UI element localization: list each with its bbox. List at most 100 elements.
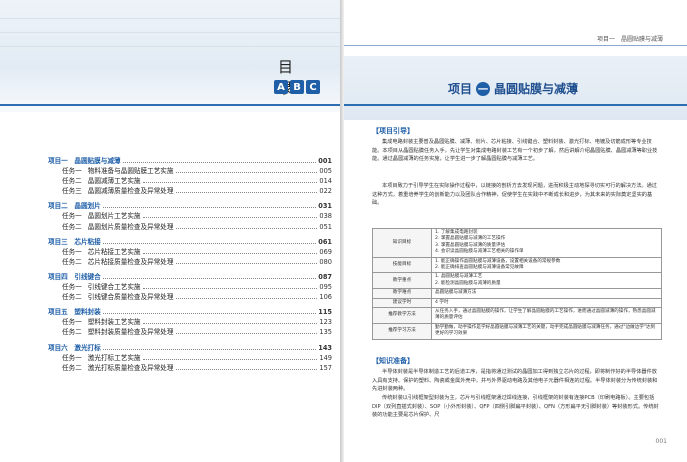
toc-page-number: 115 bbox=[318, 308, 332, 317]
toc-leader-dots bbox=[142, 287, 318, 290]
toc-page-number: 080 bbox=[319, 257, 332, 266]
toc-task-entry[interactable]: 任务一 物料准备与晶圆贴膜工艺实施 005 bbox=[48, 166, 332, 176]
toc-page-number: 038 bbox=[319, 212, 332, 221]
page-number: 001 bbox=[655, 438, 667, 445]
table-row: 推荐教学方法 从任务入手，通过晶圆贴膜的操作，让学生了解晶圆贴膜的工艺操作，进而通… bbox=[372, 307, 662, 324]
row-content: 晶圆贴膜与减薄方法 bbox=[431, 288, 662, 299]
toc-page-number: 061 bbox=[318, 237, 332, 246]
toc-leader-dots bbox=[142, 322, 318, 325]
toc-entry-label: 塑料封装工艺实施 bbox=[87, 318, 141, 327]
row-header: 知识目标 bbox=[372, 228, 432, 258]
toc-leader-dots bbox=[142, 216, 318, 219]
toc-leader-dots bbox=[102, 206, 317, 209]
toc-task-number: 任务三 bbox=[62, 187, 82, 196]
paragraph-4: 传统封装以引线框架型封装为主，芯片与引线框架通过焊线连接，引线框架的封装有连接P… bbox=[372, 395, 659, 419]
row-content: 4 学时 bbox=[431, 297, 662, 309]
badge-a: A bbox=[274, 80, 288, 94]
toc-project-entry[interactable]: 项目二 晶圆划片 031 bbox=[48, 201, 332, 211]
toc-task-entry[interactable]: 任务三 晶圆减薄质量检查及异常处理 022 bbox=[48, 186, 332, 196]
toc-task-entry[interactable]: 任务二 塑料封装质量检查及异常处理 135 bbox=[48, 327, 332, 337]
toc-page-number: 014 bbox=[319, 177, 332, 186]
toc-entry-label: 塑料封装质量检查及异常处理 bbox=[87, 328, 174, 337]
toc-task-entry[interactable]: 任务二 激光打标质量检查及异常处理 157 bbox=[48, 363, 332, 373]
toc-leader-dots bbox=[102, 312, 317, 315]
banner-rule bbox=[344, 104, 687, 106]
toc-entry-label: 项目一 晶圆贴膜与减薄 bbox=[48, 157, 121, 165]
toc-page-number: 095 bbox=[319, 283, 332, 292]
toc-entry-label: 项目五 塑料封装 bbox=[48, 308, 101, 317]
paragraph-1: 集成电路封装主要普及晶圆贴膜、减薄、划片、芯片粘接、引线键合、塑料封装、激光打标… bbox=[372, 139, 658, 163]
section-heading-knowledge: 【知识准备】 bbox=[372, 357, 414, 365]
toc-task-entry[interactable]: 任务一 引线键合工艺实施 095 bbox=[48, 282, 332, 292]
toc-task-number: 任务一 bbox=[62, 167, 82, 176]
header-rule bbox=[344, 45, 687, 46]
toc-entry-label: 物料准备与晶圆贴膜工艺实施 bbox=[87, 167, 174, 176]
row-content: 从任务入手，通过晶圆贴膜的操作，让学生了解晶圆贴膜的工艺操作，进而通过晶圆减薄的… bbox=[431, 307, 662, 324]
toc-task-number: 任务一 bbox=[62, 212, 82, 221]
toc-leader-dots bbox=[175, 262, 318, 264]
toc-task-entry[interactable]: 任务二 芯片粘接质量检查及异常处理 080 bbox=[48, 257, 332, 267]
toc-page-number: 051 bbox=[319, 222, 332, 231]
row-header: 建议学时 bbox=[372, 297, 432, 309]
toc-task-number: 任务一 bbox=[62, 283, 82, 292]
row-content: 1. 了解集成电路封装 2. 掌握晶圆贴膜与减薄的工艺操作 3. 掌握晶圆贴膜与减薄… bbox=[431, 228, 662, 258]
toc-task-entry[interactable]: 任务二 晶圆划片质量检查及异常处理 051 bbox=[48, 222, 332, 232]
toc-task-number: 任务二 bbox=[62, 293, 82, 302]
toc-entry-label: 晶圆划片工艺实施 bbox=[87, 212, 141, 221]
row-content: 1. 能正确操作晶圆贴膜与减薄设备，设置相关设备的常规参数 2. 能正确排查晶圆贴… bbox=[431, 256, 662, 274]
toc-task-entry[interactable]: 任务二 晶圆减薄工艺实施 014 bbox=[48, 176, 332, 186]
toc-task-number: 任务一 bbox=[62, 318, 82, 327]
table-row: 教学难点 晶圆贴膜与减薄方法 bbox=[372, 288, 662, 299]
toc-task-number: 任务二 bbox=[62, 328, 82, 337]
toc-entry-label: 引线键合工艺实施 bbox=[87, 283, 141, 292]
row-content-line: 晶圆贴膜与减薄方法 bbox=[435, 290, 477, 296]
row-content: 勤学勤做，动手操作是学好晶圆贴膜与减薄工艺的关键，动手完成晶圆贴膜与减薄任务，通… bbox=[431, 322, 662, 340]
toc-project-entry[interactable]: 项目五 塑料封装 115 bbox=[48, 307, 332, 317]
toc-entry-label: 晶圆划片质量检查及异常处理 bbox=[87, 222, 174, 231]
toc-leader-dots bbox=[175, 297, 318, 300]
toc-leader-dots bbox=[175, 368, 318, 370]
toc-task-number: 任务一 bbox=[62, 353, 82, 362]
row-content-line: 勤学勤做，动手操作是学好晶圆贴膜与减薄工艺的关键，动手完成晶圆贴膜与减薄任务，通… bbox=[435, 324, 656, 337]
toc-page-number: 106 bbox=[319, 293, 332, 302]
toc-task-entry[interactable]: 任务一 激光打标工艺实施 149 bbox=[48, 353, 332, 363]
toc-entry-label: 芯片粘接质量检查及异常处理 bbox=[87, 257, 174, 266]
toc-entry-label: 项目四 引线键合 bbox=[48, 272, 101, 281]
toc-project-entry[interactable]: 项目三 芯片粘接 061 bbox=[48, 237, 332, 247]
toc-entry-label: 激光打标工艺实施 bbox=[87, 353, 141, 362]
toc-project-entry[interactable]: 项目四 引线键合 087 bbox=[48, 272, 332, 282]
section-heading-guide: 【项目引导】 bbox=[372, 127, 414, 135]
toc-task-number: 任务二 bbox=[62, 363, 82, 372]
row-header: 推荐学习方法 bbox=[372, 322, 432, 340]
toc-page-number: 001 bbox=[318, 157, 332, 165]
toc-page-number: 031 bbox=[318, 202, 332, 211]
table-row: 教学重点 1. 晶圆贴膜与减薄工艺 2. 能检测晶圆贴膜与减薄的质量 bbox=[372, 272, 662, 290]
content-page: 项目一 晶圆贴膜与减薄 项目 一 晶圆贴膜与减薄 【项目引导】 集成电路封装主要… bbox=[344, 0, 687, 462]
row-header: 教学难点 bbox=[372, 288, 432, 299]
toc-project-entry[interactable]: 项目六 激光打标 143 bbox=[48, 343, 332, 353]
row-content-line: 4. 会识读晶圆贴膜与减薄工艺相关的操作单 bbox=[435, 249, 524, 255]
toc-task-entry[interactable]: 任务二 引线键合质量检查及异常处理 106 bbox=[48, 292, 332, 302]
toc-task-number: 任务二 bbox=[62, 177, 82, 186]
toc-page-number: 157 bbox=[319, 363, 332, 372]
toc-page: 目 录 A B C 项目一 晶圆贴膜与减薄001任务一物料准备与晶圆贴膜工艺实施… bbox=[0, 0, 340, 462]
toc-task-entry[interactable]: 任务一 塑料封装工艺实施 123 bbox=[48, 317, 332, 327]
toc-entry-label: 激光打标质量检查及异常处理 bbox=[87, 363, 174, 372]
toc-task-number: 任务二 bbox=[62, 257, 82, 266]
toc-task-number: 任务二 bbox=[62, 222, 82, 231]
row-content-line: 4 学时 bbox=[435, 299, 449, 305]
toc-leader-dots bbox=[102, 277, 317, 279]
toc-task-number: 任务一 bbox=[62, 247, 82, 256]
toc-entry-label: 项目三 芯片粘接 bbox=[48, 237, 101, 246]
toc-project-entry[interactable]: 项目一 晶圆贴膜与减薄 001 bbox=[48, 156, 332, 166]
row-content-line: 2. 能正确排查晶圆贴膜与减薄设备常见故障 bbox=[435, 265, 524, 271]
toc-entry-label: 引线键合质量检查及异常处理 bbox=[87, 293, 174, 302]
toc-entry-label: 项目二 晶圆划片 bbox=[48, 202, 101, 211]
toc-entry-label: 晶圆减薄质量检查及异常处理 bbox=[87, 187, 174, 196]
toc-task-entry[interactable]: 任务一 芯片粘接工艺实施 069 bbox=[48, 247, 332, 257]
toc-task-entry[interactable]: 任务一 晶圆划片工艺实施 038 bbox=[48, 211, 332, 221]
toc-entry-label: 项目六 激光打标 bbox=[48, 343, 101, 352]
toc-leader-dots bbox=[142, 358, 318, 360]
project-name: 晶圆贴膜与减薄 bbox=[494, 82, 579, 96]
abc-badges: A B C bbox=[274, 80, 320, 94]
